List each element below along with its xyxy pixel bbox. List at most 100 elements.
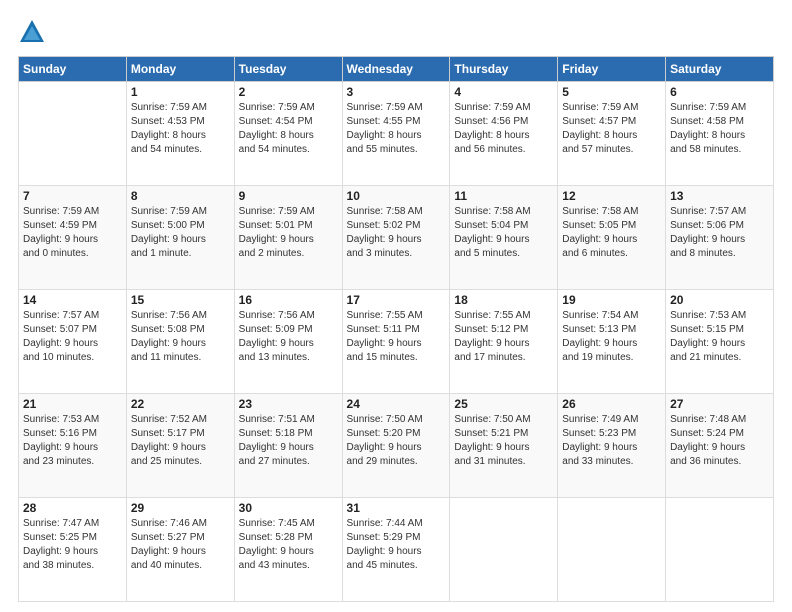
day-number: 6 <box>670 85 769 99</box>
day-header-thursday: Thursday <box>450 57 558 82</box>
day-info: Sunrise: 7:57 AM Sunset: 5:07 PM Dayligh… <box>23 309 122 365</box>
day-info: Sunrise: 7:48 AM Sunset: 5:24 PM Dayligh… <box>670 413 769 469</box>
day-number: 10 <box>347 189 446 203</box>
day-info: Sunrise: 7:59 AM Sunset: 4:53 PM Dayligh… <box>131 101 230 157</box>
day-number: 2 <box>239 85 338 99</box>
calendar-cell: 4 Sunrise: 7:59 AM Sunset: 4:56 PM Daylig… <box>450 82 558 186</box>
calendar-cell: 15 Sunrise: 7:56 AM Sunset: 5:08 PM Dayli… <box>126 290 234 394</box>
day-info: Sunrise: 7:59 AM Sunset: 4:56 PM Dayligh… <box>454 101 553 157</box>
day-info: Sunrise: 7:59 AM Sunset: 5:01 PM Dayligh… <box>239 205 338 261</box>
day-number: 7 <box>23 189 122 203</box>
day-info: Sunrise: 7:59 AM Sunset: 4:58 PM Dayligh… <box>670 101 769 157</box>
calendar-cell: 9 Sunrise: 7:59 AM Sunset: 5:01 PM Daylig… <box>234 186 342 290</box>
day-number: 4 <box>454 85 553 99</box>
day-number: 12 <box>562 189 661 203</box>
day-info: Sunrise: 7:59 AM Sunset: 4:57 PM Dayligh… <box>562 101 661 157</box>
day-number: 28 <box>23 501 122 515</box>
calendar-cell: 2Sunrise: 7:59 AM Sunset: 4:54 PM Daylig… <box>234 82 342 186</box>
calendar-cell: 10 Sunrise: 7:58 AM Sunset: 5:02 PM Dayli… <box>342 186 450 290</box>
calendar-cell: 16 Sunrise: 7:56 AM Sunset: 5:09 PM Dayli… <box>234 290 342 394</box>
day-number: 22 <box>131 397 230 411</box>
header <box>18 18 774 46</box>
day-info: Sunrise: 7:58 AM Sunset: 5:05 PM Dayligh… <box>562 205 661 261</box>
day-number: 19 <box>562 293 661 307</box>
calendar-cell: 20 Sunrise: 7:53 AM Sunset: 5:15 PM Dayli… <box>666 290 774 394</box>
day-number: 8 <box>131 189 230 203</box>
day-info: Sunrise: 7:59 AM Sunset: 4:55 PM Dayligh… <box>347 101 446 157</box>
day-number: 24 <box>347 397 446 411</box>
day-info: Sunrise: 7:50 AM Sunset: 5:21 PM Dayligh… <box>454 413 553 469</box>
calendar-cell: 3 Sunrise: 7:59 AM Sunset: 4:55 PM Daylig… <box>342 82 450 186</box>
day-info: Sunrise: 7:51 AM Sunset: 5:18 PM Dayligh… <box>239 413 338 469</box>
day-number: 30 <box>239 501 338 515</box>
day-info: Sunrise: 7:59 AM Sunset: 5:00 PM Dayligh… <box>131 205 230 261</box>
day-info: Sunrise: 7:46 AM Sunset: 5:27 PM Dayligh… <box>131 517 230 573</box>
day-info: Sunrise: 7:47 AM Sunset: 5:25 PM Dayligh… <box>23 517 122 573</box>
calendar-cell: 6 Sunrise: 7:59 AM Sunset: 4:58 PM Daylig… <box>666 82 774 186</box>
day-number: 16 <box>239 293 338 307</box>
calendar-cell: 7Sunrise: 7:59 AM Sunset: 4:59 PM Daylig… <box>19 186 127 290</box>
calendar-table: SundayMondayTuesdayWednesdayThursdayFrid… <box>18 56 774 602</box>
day-header-sunday: Sunday <box>19 57 127 82</box>
calendar-week-2: 14Sunrise: 7:57 AM Sunset: 5:07 PM Dayli… <box>19 290 774 394</box>
day-header-saturday: Saturday <box>666 57 774 82</box>
calendar-week-0: 1 Sunrise: 7:59 AM Sunset: 4:53 PM Daylig… <box>19 82 774 186</box>
calendar-cell: 19 Sunrise: 7:54 AM Sunset: 5:13 PM Dayli… <box>558 290 666 394</box>
day-info: Sunrise: 7:58 AM Sunset: 5:02 PM Dayligh… <box>347 205 446 261</box>
calendar-cell: 12 Sunrise: 7:58 AM Sunset: 5:05 PM Dayli… <box>558 186 666 290</box>
calendar-cell: 27Sunrise: 7:48 AM Sunset: 5:24 PM Dayli… <box>666 394 774 498</box>
calendar-header: SundayMondayTuesdayWednesdayThursdayFrid… <box>19 57 774 82</box>
calendar-cell: 1 Sunrise: 7:59 AM Sunset: 4:53 PM Daylig… <box>126 82 234 186</box>
logo <box>18 18 50 46</box>
day-number: 1 <box>131 85 230 99</box>
calendar-cell: 8 Sunrise: 7:59 AM Sunset: 5:00 PM Daylig… <box>126 186 234 290</box>
calendar-cell <box>19 82 127 186</box>
calendar-cell <box>450 498 558 602</box>
calendar-cell: 25Sunrise: 7:50 AM Sunset: 5:21 PM Dayli… <box>450 394 558 498</box>
day-header-wednesday: Wednesday <box>342 57 450 82</box>
day-info: Sunrise: 7:55 AM Sunset: 5:11 PM Dayligh… <box>347 309 446 365</box>
day-info: Sunrise: 7:49 AM Sunset: 5:23 PM Dayligh… <box>562 413 661 469</box>
calendar-cell: 11Sunrise: 7:58 AM Sunset: 5:04 PM Dayli… <box>450 186 558 290</box>
day-number: 20 <box>670 293 769 307</box>
day-number: 3 <box>347 85 446 99</box>
calendar-cell: 14Sunrise: 7:57 AM Sunset: 5:07 PM Dayli… <box>19 290 127 394</box>
day-info: Sunrise: 7:50 AM Sunset: 5:20 PM Dayligh… <box>347 413 446 469</box>
calendar-week-4: 28 Sunrise: 7:47 AM Sunset: 5:25 PM Dayli… <box>19 498 774 602</box>
calendar-body: 1 Sunrise: 7:59 AM Sunset: 4:53 PM Daylig… <box>19 82 774 602</box>
day-number: 9 <box>239 189 338 203</box>
calendar-cell: 31Sunrise: 7:44 AM Sunset: 5:29 PM Dayli… <box>342 498 450 602</box>
calendar-cell <box>666 498 774 602</box>
day-info: Sunrise: 7:56 AM Sunset: 5:09 PM Dayligh… <box>239 309 338 365</box>
page: SundayMondayTuesdayWednesdayThursdayFrid… <box>0 0 792 612</box>
day-number: 29 <box>131 501 230 515</box>
day-number: 26 <box>562 397 661 411</box>
day-info: Sunrise: 7:54 AM Sunset: 5:13 PM Dayligh… <box>562 309 661 365</box>
calendar-cell: 30 Sunrise: 7:45 AM Sunset: 5:28 PM Dayli… <box>234 498 342 602</box>
calendar-cell: 29 Sunrise: 7:46 AM Sunset: 5:27 PM Dayli… <box>126 498 234 602</box>
day-header-tuesday: Tuesday <box>234 57 342 82</box>
calendar-cell: 23 Sunrise: 7:51 AM Sunset: 5:18 PM Dayli… <box>234 394 342 498</box>
day-number: 5 <box>562 85 661 99</box>
day-number: 21 <box>23 397 122 411</box>
calendar-cell: 13Sunrise: 7:57 AM Sunset: 5:06 PM Dayli… <box>666 186 774 290</box>
calendar-cell: 24 Sunrise: 7:50 AM Sunset: 5:20 PM Dayli… <box>342 394 450 498</box>
calendar-cell: 26 Sunrise: 7:49 AM Sunset: 5:23 PM Dayli… <box>558 394 666 498</box>
day-header-monday: Monday <box>126 57 234 82</box>
calendar-cell: 28 Sunrise: 7:47 AM Sunset: 5:25 PM Dayli… <box>19 498 127 602</box>
calendar-cell: 17 Sunrise: 7:55 AM Sunset: 5:11 PM Dayli… <box>342 290 450 394</box>
day-number: 17 <box>347 293 446 307</box>
day-number: 18 <box>454 293 553 307</box>
calendar-cell <box>558 498 666 602</box>
day-number: 23 <box>239 397 338 411</box>
calendar-cell: 21Sunrise: 7:53 AM Sunset: 5:16 PM Dayli… <box>19 394 127 498</box>
calendar-week-1: 7Sunrise: 7:59 AM Sunset: 4:59 PM Daylig… <box>19 186 774 290</box>
calendar-cell: 5 Sunrise: 7:59 AM Sunset: 4:57 PM Daylig… <box>558 82 666 186</box>
day-info: Sunrise: 7:55 AM Sunset: 5:12 PM Dayligh… <box>454 309 553 365</box>
day-number: 15 <box>131 293 230 307</box>
calendar-cell: 18 Sunrise: 7:55 AM Sunset: 5:12 PM Dayli… <box>450 290 558 394</box>
day-info: Sunrise: 7:56 AM Sunset: 5:08 PM Dayligh… <box>131 309 230 365</box>
day-info: Sunrise: 7:45 AM Sunset: 5:28 PM Dayligh… <box>239 517 338 573</box>
day-info: Sunrise: 7:53 AM Sunset: 5:15 PM Dayligh… <box>670 309 769 365</box>
logo-icon <box>18 18 46 46</box>
